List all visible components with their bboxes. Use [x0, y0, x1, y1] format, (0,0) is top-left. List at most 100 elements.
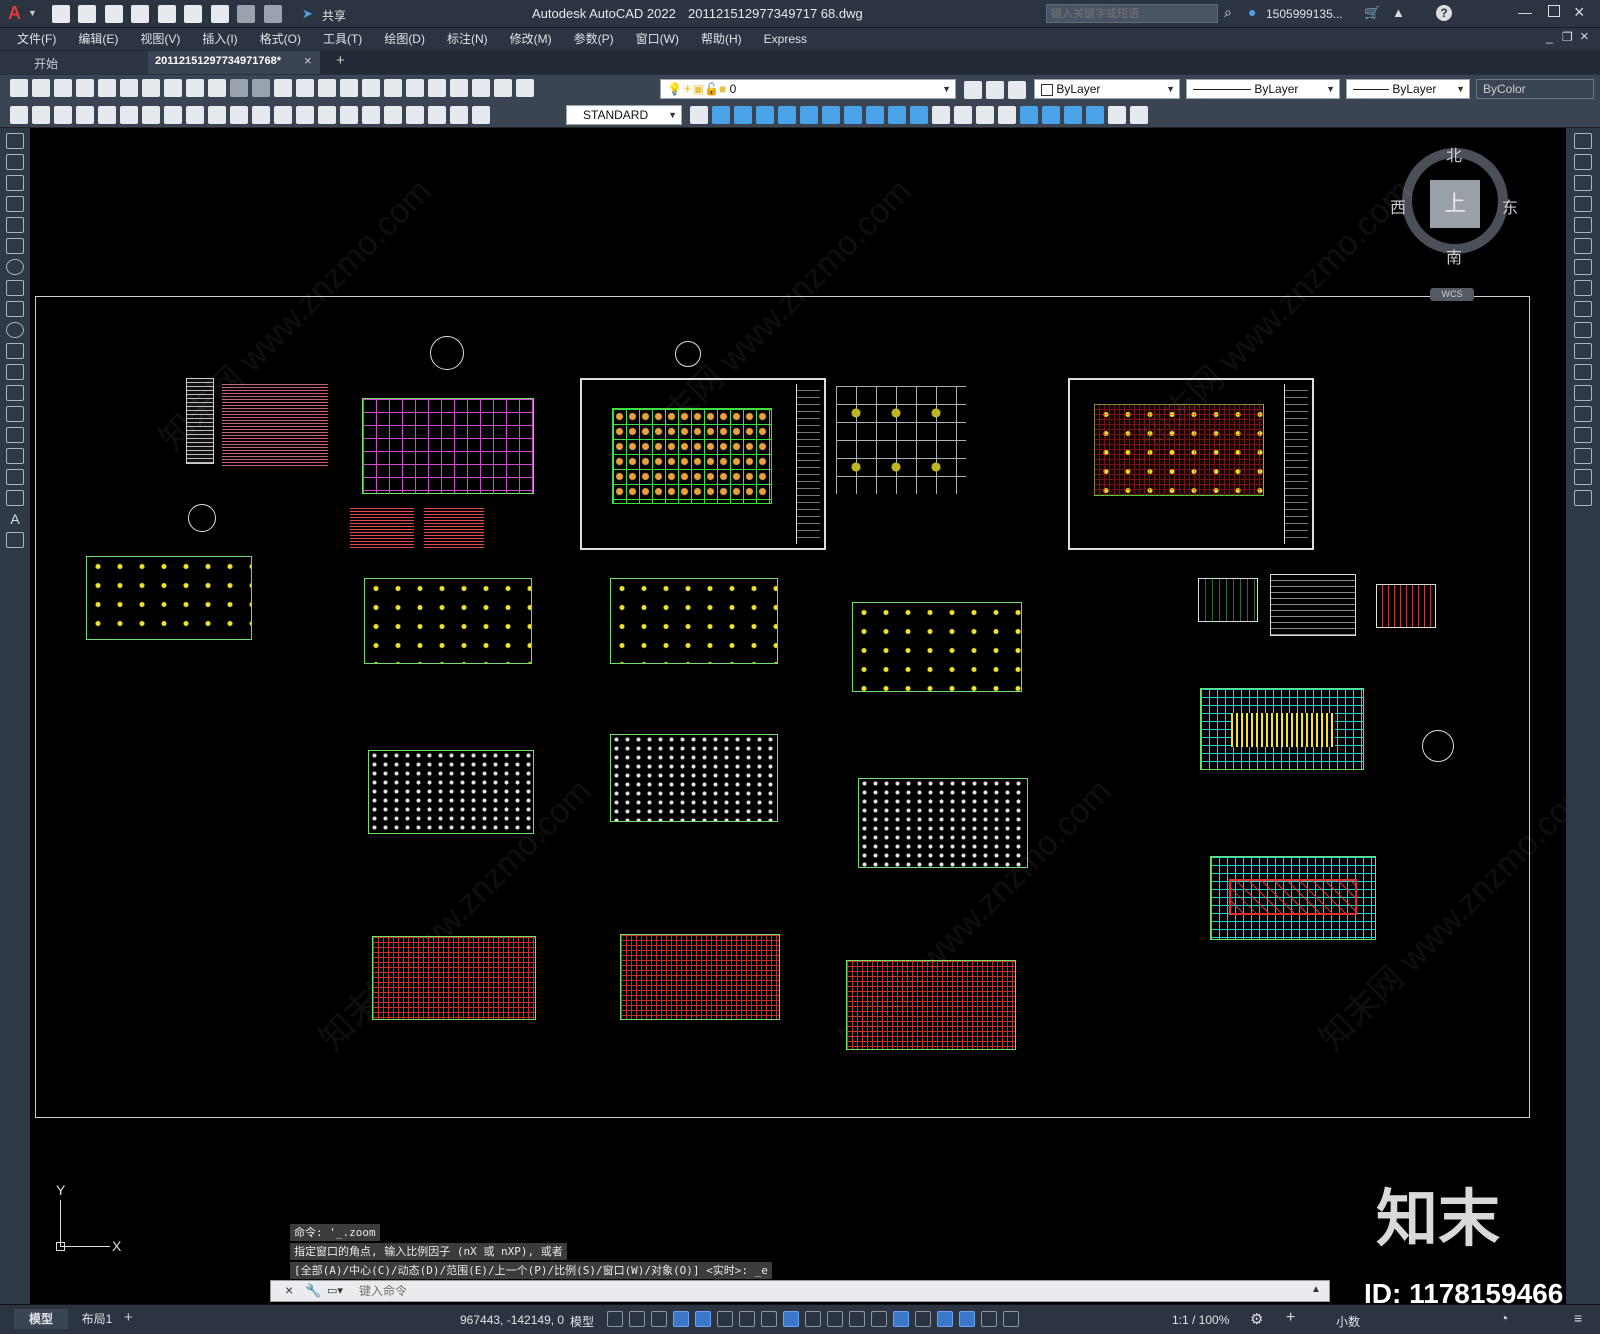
grid-toggle-icon[interactable] — [607, 1311, 623, 1327]
menu-draw[interactable]: 绘图(D) — [373, 28, 436, 50]
annotation-monitor-icon[interactable]: + — [1286, 1309, 1295, 1327]
layer-properties-icon[interactable] — [516, 79, 534, 97]
workspace-gear-icon[interactable]: ⚙ — [1250, 1310, 1263, 1328]
view-nw-iso-icon[interactable] — [910, 106, 928, 124]
color-dropdown[interactable]: ByLayer ▼ — [1034, 79, 1180, 99]
menu-edit[interactable]: 编辑(E) — [67, 28, 129, 50]
ucs-world-icon[interactable] — [1042, 106, 1060, 124]
view-left-icon[interactable] — [756, 106, 774, 124]
revision-cloud-icon[interactable] — [6, 280, 24, 296]
view-back-icon[interactable] — [822, 106, 840, 124]
web-mobile-save-icon[interactable] — [184, 5, 203, 23]
menu-format[interactable]: 格式(O) — [249, 28, 312, 50]
dim-radius-icon[interactable] — [164, 106, 182, 124]
copy-icon[interactable] — [164, 79, 182, 97]
stretch-icon[interactable] — [1574, 301, 1592, 317]
view-ne-iso-icon[interactable] — [888, 106, 906, 124]
line-icon[interactable] — [6, 133, 24, 149]
snap-toggle-icon[interactable] — [629, 1311, 645, 1327]
isodraft-icon[interactable] — [739, 1311, 755, 1327]
cart-icon[interactable]: 🛒 — [1364, 5, 1380, 21]
autodesk-a360-icon[interactable]: ▲ — [1392, 5, 1405, 20]
visual-style-wire-icon[interactable] — [954, 106, 972, 124]
tool-palettes-icon[interactable] — [406, 79, 424, 97]
annotation-scale-value[interactable]: 1:1 / 100% — [1172, 1313, 1229, 1327]
gradient-icon[interactable] — [6, 448, 24, 464]
dim-arc-icon[interactable] — [120, 106, 138, 124]
compass-north[interactable]: 北 — [1446, 142, 1462, 166]
user-icon[interactable]: ● — [1248, 4, 1256, 20]
plot-icon[interactable] — [210, 5, 229, 23]
autocad-logo[interactable]: A — [8, 3, 21, 24]
mirror-icon[interactable] — [1574, 175, 1592, 191]
join-icon[interactable] — [1574, 406, 1592, 422]
user-account[interactable]: 1505999135... — [1266, 7, 1343, 21]
workspace-icon[interactable] — [10, 106, 28, 124]
maximize-button[interactable] — [1548, 5, 1560, 17]
dim-text-edit-icon[interactable] — [472, 106, 490, 124]
undo-tool-icon[interactable] — [230, 79, 248, 97]
layout-tab-layout1[interactable]: 布局1 — [70, 1309, 124, 1329]
polar-tracking-icon[interactable] — [717, 1311, 733, 1327]
viewcube-top-face[interactable]: 上 — [1430, 180, 1480, 228]
circle-icon[interactable] — [6, 259, 24, 275]
dim-ordinate-icon[interactable] — [142, 106, 160, 124]
gizmo-icon[interactable] — [937, 1311, 953, 1327]
compass-east[interactable]: 东 — [1502, 194, 1518, 218]
explode-icon[interactable] — [1574, 490, 1592, 506]
move-icon[interactable] — [1574, 238, 1592, 254]
selection-cycling-icon[interactable] — [849, 1311, 865, 1327]
blend-curves-icon[interactable] — [1574, 469, 1592, 485]
save-icon[interactable] — [104, 5, 123, 23]
compass-south[interactable]: 南 — [1446, 244, 1462, 268]
search-input[interactable] — [1046, 4, 1218, 23]
ucs-object-icon[interactable] — [1108, 106, 1126, 124]
array-icon[interactable] — [1574, 217, 1592, 233]
menu-dimension[interactable]: 标注(N) — [436, 28, 499, 50]
paste-icon[interactable] — [186, 79, 204, 97]
selection-filter-icon[interactable] — [915, 1311, 931, 1327]
ortho-toggle-icon[interactable] — [695, 1311, 711, 1327]
menu-tools[interactable]: 工具(T) — [312, 28, 373, 50]
table-icon[interactable] — [6, 490, 24, 506]
help-tool-icon[interactable] — [494, 79, 512, 97]
point-icon[interactable] — [6, 406, 24, 422]
ucs-face-icon[interactable] — [1086, 106, 1104, 124]
offset-icon[interactable] — [1574, 196, 1592, 212]
visual-style-realistic-icon[interactable] — [998, 106, 1016, 124]
properties-icon[interactable] — [362, 79, 380, 97]
linetype-dropdown[interactable]: ByLayer ▼ — [1186, 79, 1340, 99]
dim-linear-icon[interactable] — [76, 106, 94, 124]
undo-icon[interactable] — [237, 5, 256, 23]
command-close-icon[interactable]: × — [285, 1282, 293, 1298]
inspection-icon[interactable] — [406, 106, 424, 124]
drawing-canvas[interactable]: 上 北 南 西 东 WCS Y X 知末网 www.znzmo.com 知末网 … — [30, 128, 1566, 1304]
web-mobile-open-icon[interactable] — [157, 5, 176, 23]
infer-constraints-icon[interactable] — [651, 1311, 667, 1327]
menu-file[interactable]: 文件(F) — [6, 28, 67, 50]
qnew-icon[interactable] — [10, 79, 28, 97]
trim-icon[interactable] — [1574, 322, 1592, 338]
make-block-icon[interactable] — [6, 385, 24, 401]
doc-restore-button[interactable]: ❐ — [1562, 30, 1573, 44]
layer-previous-icon[interactable] — [986, 81, 1004, 99]
dimstyle-dropdown[interactable]: STANDARD ▼ — [566, 105, 682, 125]
open-file-icon[interactable] — [78, 5, 97, 23]
polyline-icon[interactable] — [6, 175, 24, 191]
menu-view[interactable]: 视图(V) — [129, 28, 191, 50]
share-icon[interactable]: ➤ — [302, 6, 313, 22]
new-file-icon[interactable] — [52, 5, 70, 23]
save-as-icon[interactable] — [131, 5, 150, 23]
sheet-set-icon[interactable] — [428, 79, 446, 97]
camera-icon[interactable] — [932, 106, 950, 124]
ucs-icon[interactable] — [1020, 106, 1038, 124]
visual-style-hidden-icon[interactable] — [976, 106, 994, 124]
tab-close-icon[interactable]: × — [304, 53, 312, 68]
model-space-toggle[interactable]: 模型 — [570, 1313, 594, 1330]
design-center-icon[interactable] — [384, 79, 402, 97]
view-front-icon[interactable] — [800, 106, 818, 124]
polygon-icon[interactable] — [6, 196, 24, 212]
3d-osnap-icon[interactable] — [871, 1311, 887, 1327]
lineweight-toggle-icon[interactable] — [805, 1311, 821, 1327]
view-sw-iso-icon[interactable] — [844, 106, 862, 124]
